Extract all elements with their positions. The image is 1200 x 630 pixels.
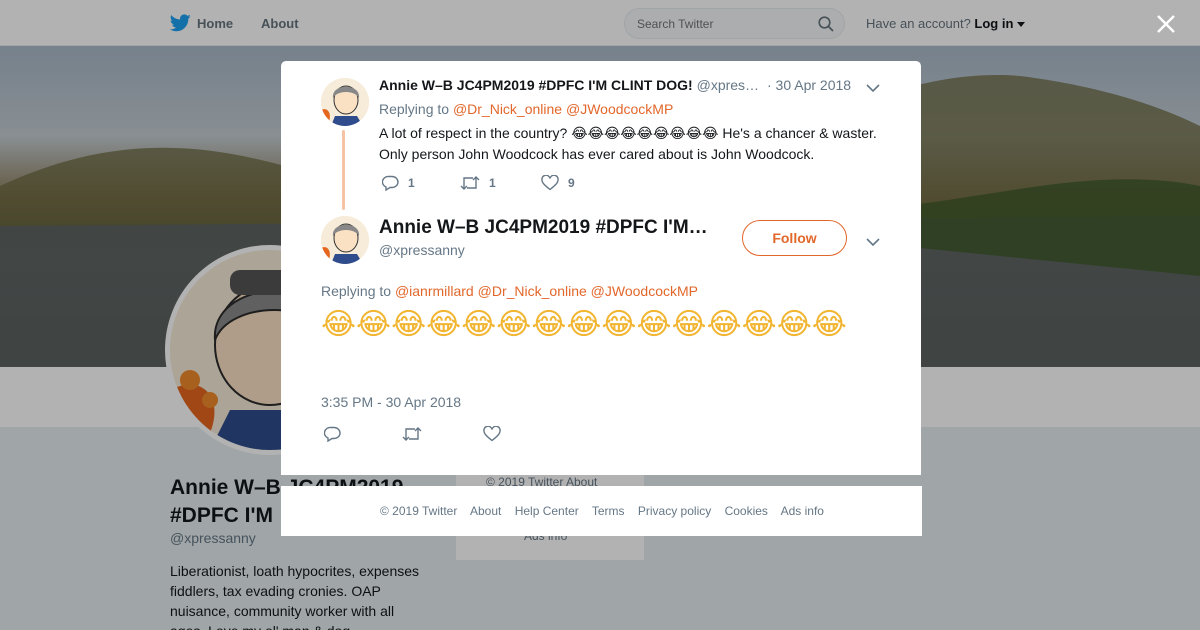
parent-tweet-text-prefix: A lot of respect in the country? [379, 125, 568, 141]
parent-tweet-avatar[interactable] [321, 78, 369, 126]
parent-like-button[interactable]: 9 [541, 175, 575, 191]
main-retweet-button[interactable] [402, 426, 422, 442]
mention-link[interactable]: @Dr_Nick_online [478, 283, 587, 299]
footer-copyright: © 2019 Twitter [380, 504, 458, 518]
parent-reply-count: 1 [408, 176, 415, 190]
parent-tweet-handle[interactable]: @xpres… [697, 77, 759, 93]
follow-button[interactable]: Follow [742, 220, 847, 256]
parent-tweet-date[interactable]: · 30 Apr 2018 [767, 77, 851, 93]
footer-link-about[interactable]: About [470, 504, 501, 518]
parent-tweet-text: A lot of respect in the country? 😂😂😂😂😂😂😂… [379, 123, 879, 164]
reply-icon [382, 175, 399, 191]
parent-retweet-count: 1 [489, 176, 496, 190]
parent-retweet-button[interactable]: 1 [460, 175, 496, 191]
main-reply-button[interactable] [324, 426, 341, 442]
close-icon[interactable] [1152, 10, 1180, 38]
footer-links: © 2019 Twitter About Help Center Terms P… [380, 504, 834, 518]
replying-to-label: Replying to [321, 283, 392, 299]
thread-connector-line [342, 130, 345, 210]
like-icon [483, 426, 501, 442]
mention-link[interactable]: @JWoodcockMP [566, 101, 673, 117]
parent-like-count: 9 [568, 176, 575, 190]
retweet-icon [402, 427, 422, 441]
main-tweet-timestamp[interactable]: 3:35 PM - 30 Apr 2018 [321, 394, 461, 410]
main-tweet-handle[interactable]: @xpressanny [379, 242, 465, 258]
main-replying-to: Replying to @ianrmillard @Dr_Nick_online… [321, 283, 698, 299]
parent-tweet-emojis: 😂😂😂😂😂😂😂😂😂 [571, 126, 719, 142]
mention-link[interactable]: @Dr_Nick_online [453, 101, 562, 117]
parent-tweet-name[interactable]: Annie W–B JC4PM2019 #DPFC I'M CLINT DOG! [379, 77, 693, 93]
main-tweet-avatar[interactable] [321, 216, 369, 264]
main-like-button[interactable] [483, 426, 501, 442]
footer-link-cookies[interactable]: Cookies [725, 504, 768, 518]
footer-link-help-center[interactable]: Help Center [515, 504, 579, 518]
parent-tweet-header: Annie W–B JC4PM2019 #DPFC I'M CLINT DOG!… [379, 77, 759, 93]
reply-icon [324, 426, 341, 442]
parent-reply-button[interactable]: 1 [382, 175, 415, 191]
parent-replying-to: Replying to @Dr_Nick_online @JWoodcockMP [379, 101, 673, 117]
footer-link-terms[interactable]: Terms [592, 504, 625, 518]
mention-link[interactable]: @ianrmillard [395, 283, 474, 299]
mention-link[interactable]: @JWoodcockMP [591, 283, 698, 299]
modal-footer: © 2019 Twitter About Help Center Terms P… [281, 486, 922, 536]
replying-to-label: Replying to [379, 101, 450, 117]
footer-link-ads-info[interactable]: Ads info [781, 504, 824, 518]
chevron-down-icon[interactable] [866, 234, 880, 252]
chevron-down-icon[interactable] [866, 80, 880, 98]
like-icon [541, 175, 559, 191]
main-tweet-name[interactable]: Annie W–B JC4PM2019 #DPFC I'M… [379, 217, 708, 239]
retweet-icon [460, 176, 480, 190]
footer-link-privacy-policy[interactable]: Privacy policy [638, 504, 711, 518]
main-tweet-text: 😂😂😂😂😂😂😂😂😂😂😂😂😂😂😂 [321, 307, 847, 342]
